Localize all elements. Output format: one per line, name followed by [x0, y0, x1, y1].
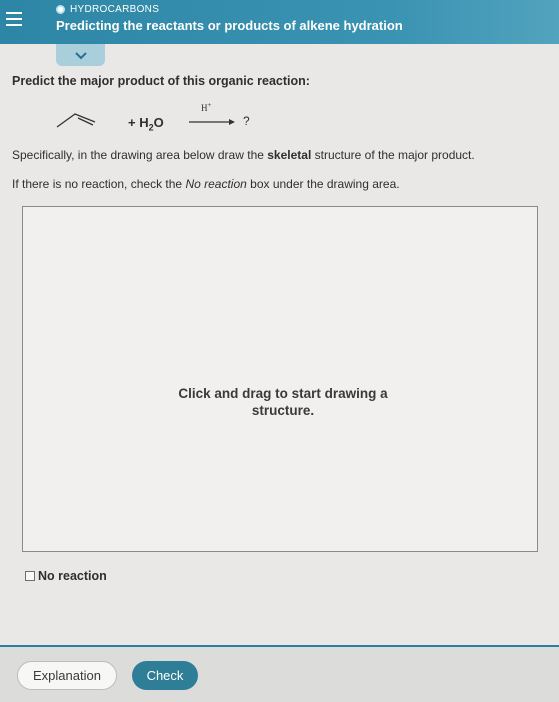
- catalyst-label: H+: [201, 101, 212, 113]
- no-reaction-label: No reaction: [38, 569, 107, 583]
- question-prompt: Predict the major product of this organi…: [12, 74, 310, 88]
- page-title: Predicting the reactants or products of …: [56, 18, 403, 33]
- structure-drawing-area[interactable]: Click and drag to start drawing a struct…: [22, 206, 538, 552]
- collapse-header-toggle[interactable]: [56, 44, 105, 66]
- hamburger-menu-icon[interactable]: [6, 12, 22, 30]
- topic-status-icon: [56, 5, 65, 14]
- check-button[interactable]: Check: [132, 661, 198, 690]
- topic-label: HYDROCARBONS: [56, 4, 159, 15]
- instruction-skeletal: Specifically, in the drawing area below …: [12, 148, 475, 162]
- alkene-double-bond: [77, 117, 94, 126]
- no-reaction-option[interactable]: No reaction: [25, 569, 107, 583]
- reagent-water: + H2O: [128, 115, 164, 133]
- reaction-diagram: [56, 113, 235, 128]
- no-reaction-checkbox[interactable]: [25, 571, 35, 581]
- footer-bar: Explanation Check: [0, 645, 559, 702]
- drawing-hint: Click and drag to start drawing a struct…: [178, 386, 388, 418]
- alkene-skeletal-structure: [56, 113, 96, 128]
- instruction-no-reaction: If there is no reaction, check the No re…: [12, 177, 400, 191]
- header-bar: HYDROCARBONS Predicting the reactants or…: [0, 0, 559, 44]
- unknown-product: ?: [243, 114, 250, 128]
- explanation-button[interactable]: Explanation: [17, 661, 117, 690]
- chevron-down-icon: [74, 51, 87, 59]
- reaction-arrow-head: [229, 119, 235, 125]
- topic-text: HYDROCARBONS: [70, 4, 160, 15]
